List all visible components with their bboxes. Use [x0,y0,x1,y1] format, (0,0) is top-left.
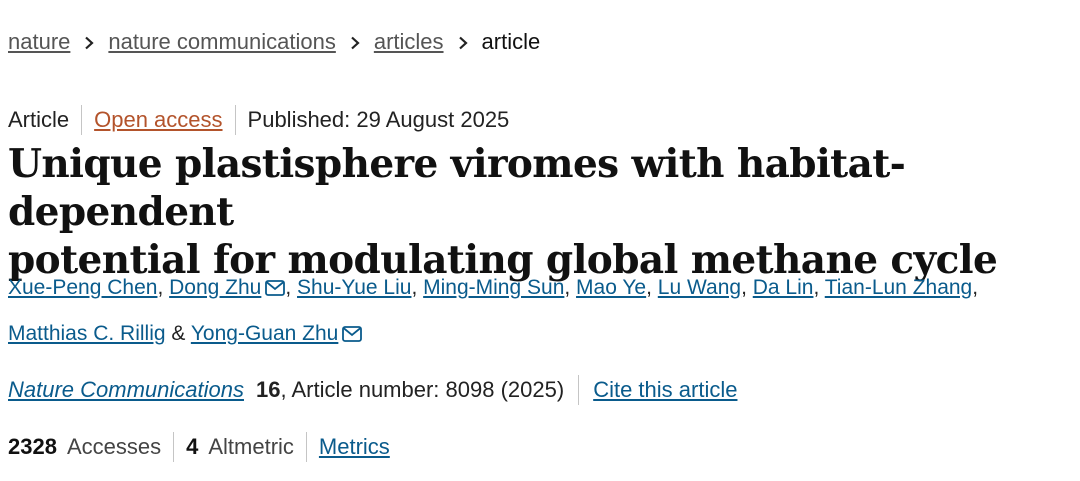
metrics-link[interactable]: Metrics [319,432,390,462]
author-separator: , [813,276,825,299]
author-link[interactable]: Xue-Peng Chen [8,276,157,299]
breadcrumb: nature nature communications articles ar… [8,28,540,56]
author-separator: , [411,276,424,299]
author-separator: , [646,276,658,299]
published-date: Published: 29 August 2025 [247,107,510,132]
journal-volume: 16 [255,377,281,402]
breadcrumb-articles[interactable]: articles [374,28,444,56]
divider [578,375,580,405]
author-separator: , [564,276,577,299]
author-separator: , [157,276,170,299]
article-meta: Article Open access Published: 29 August… [8,105,509,135]
article-type: Article [8,107,70,132]
author-link[interactable]: Mao Ye [576,276,646,299]
chevron-right-icon [70,28,108,56]
article-title-line: Unique plastisphere viromes with habitat… [8,141,906,235]
article-title: Unique plastisphere viromes with habitat… [8,140,1073,284]
author-separator: , [972,276,979,299]
envelope-icon[interactable] [265,268,286,312]
breadcrumb-nature[interactable]: nature [8,28,70,56]
chevron-right-icon [336,28,374,56]
accesses-count: 2328 [8,434,57,459]
article-number: , Article number: 8098 (2025) [280,377,565,402]
author-separator: & [165,322,191,345]
author-link[interactable]: Da Lin [753,276,814,299]
citation-row: Nature Communications 16 , Article numbe… [8,375,737,405]
envelope-icon[interactable] [342,314,363,358]
cite-article-link[interactable]: Cite this article [593,375,737,405]
altmetric-label: Altmetric [208,434,294,459]
divider [173,432,175,462]
author-link[interactable]: Ming-Ming Sun [423,276,564,299]
breadcrumb-current: article [481,29,541,54]
chevron-right-icon [444,28,482,56]
open-access-link[interactable]: Open access [94,105,222,135]
divider [81,105,83,135]
journal-link[interactable]: Nature Communications [8,375,244,405]
author-link[interactable]: Shu-Yue Liu [297,276,411,299]
author-link[interactable]: Dong Zhu [169,276,261,299]
author-list: Xue-Peng Chen, Dong Zhu, Shu-Yue Liu, Mi… [8,266,1073,358]
altmetric-count: 4 [186,434,199,459]
author-separator: , [741,276,753,299]
author-link[interactable]: Tian-Lun Zhang [825,276,972,299]
author-separator: , [285,276,298,299]
author-link[interactable]: Matthias C. Rillig [8,322,166,345]
divider [305,432,307,462]
divider [234,105,236,135]
breadcrumb-nature-communications[interactable]: nature communications [108,28,335,56]
metrics-row: 2328 Accesses 4 Altmetric Metrics [8,432,390,462]
author-link[interactable]: Lu Wang [658,276,741,299]
accesses-label: Accesses [66,434,162,459]
author-link[interactable]: Yong-Guan Zhu [191,322,339,345]
